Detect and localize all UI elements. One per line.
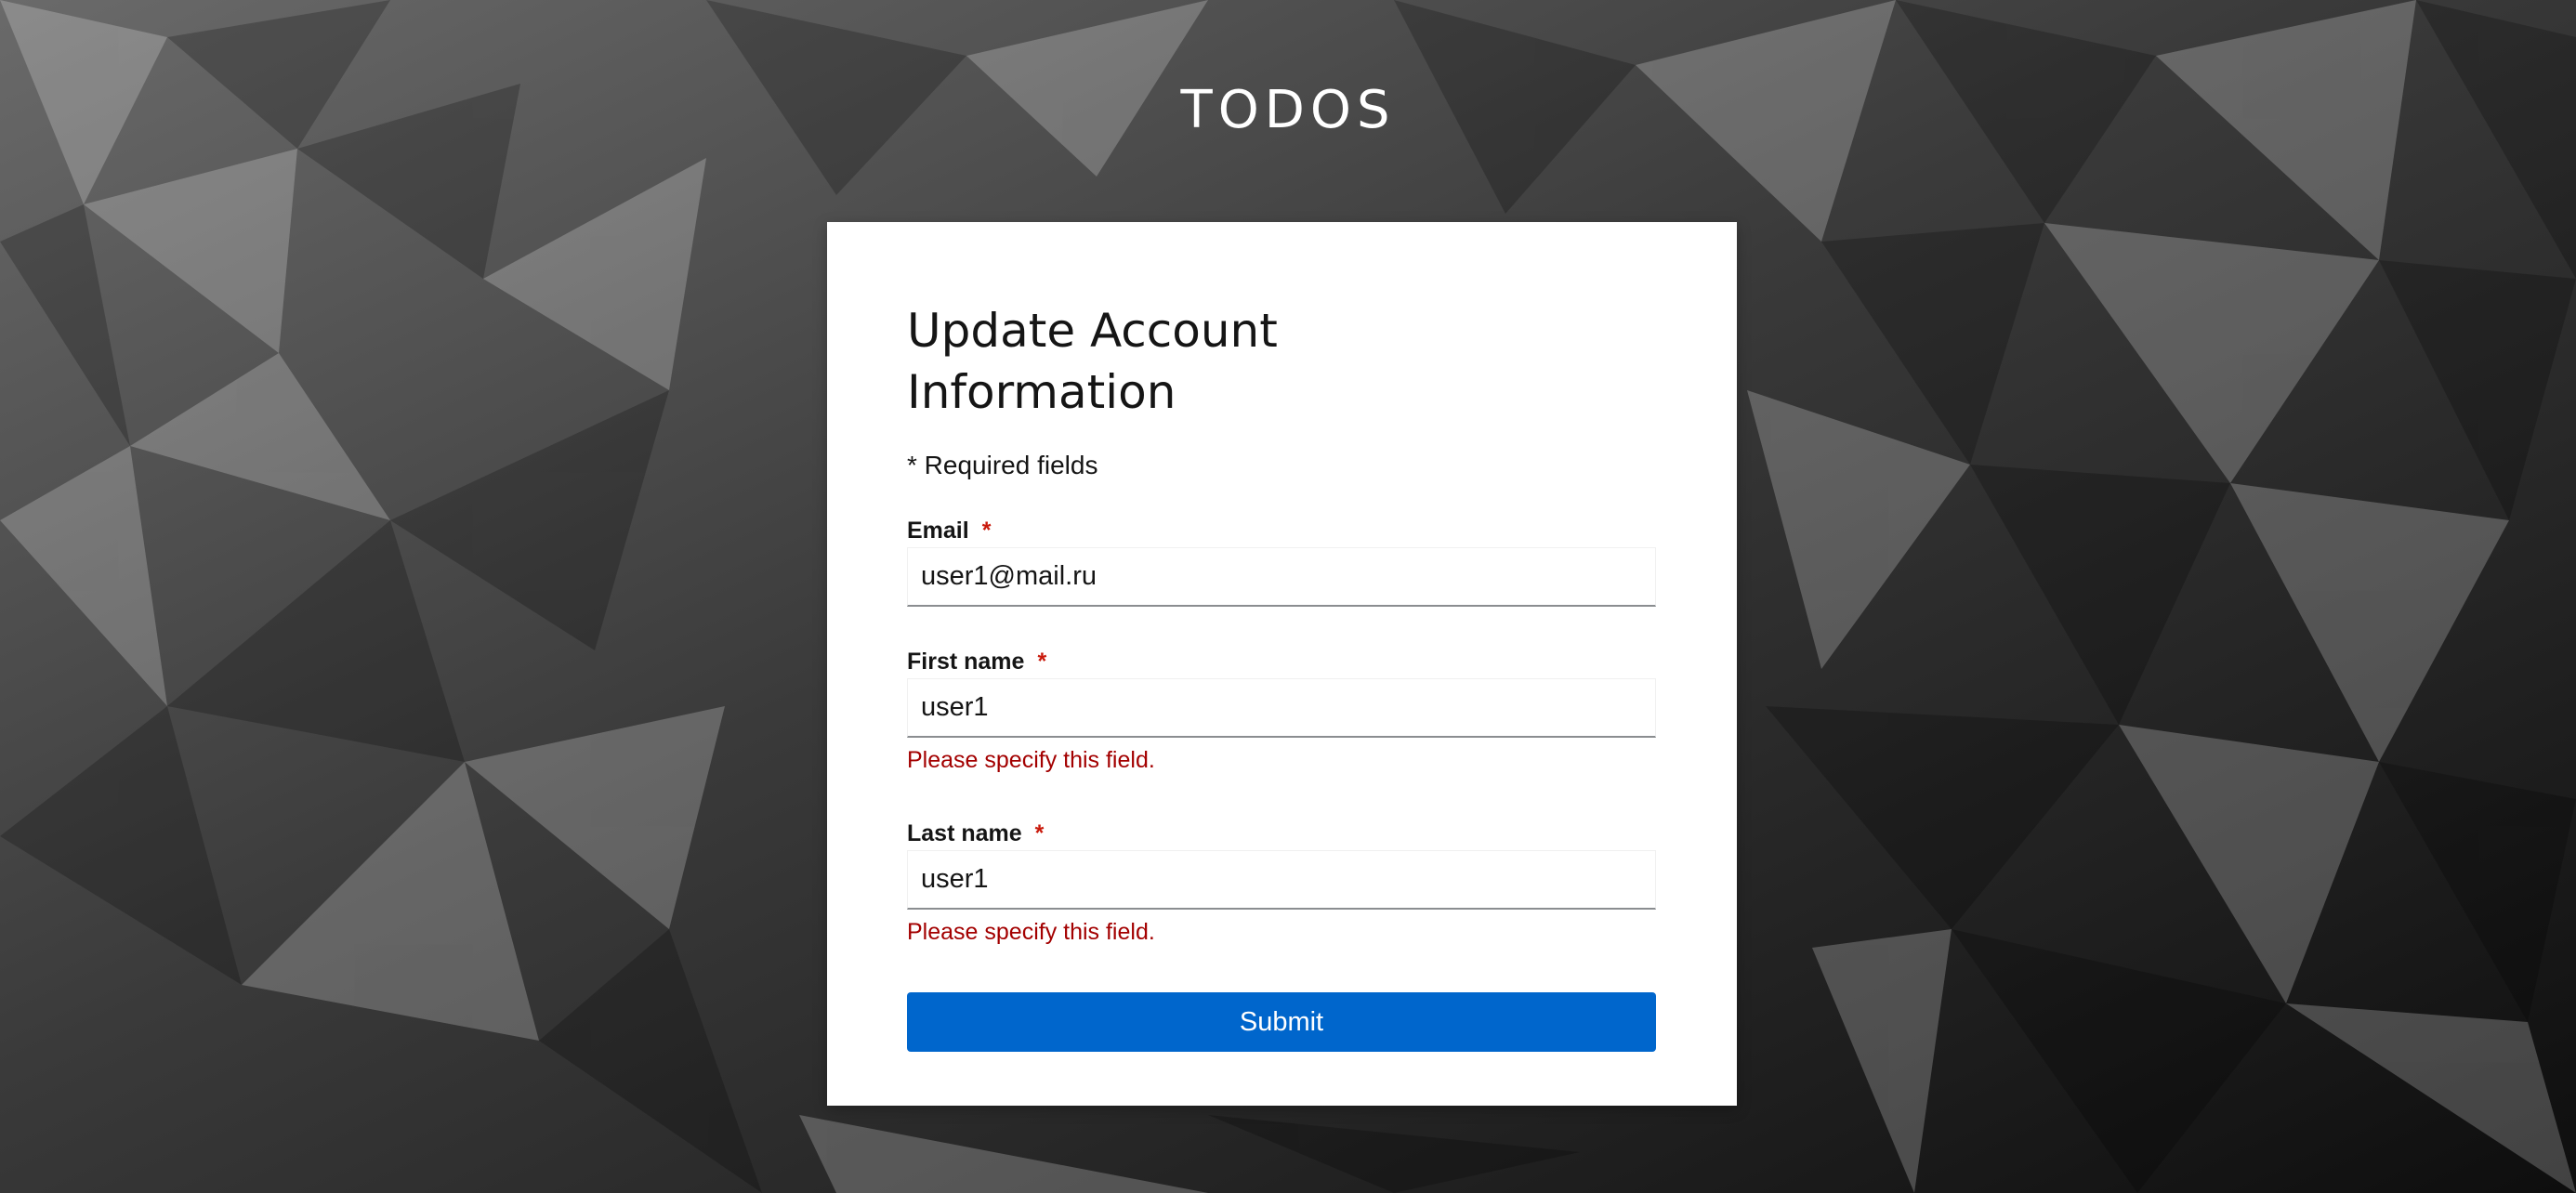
first-name-label: First name * [907,649,1046,675]
submit-button[interactable]: Submit [907,992,1656,1052]
first-name-label-text: First name [907,649,1025,675]
first-name-required-star: * [1037,649,1047,675]
last-name-label-text: Last name [907,820,1022,846]
last-name-error: Please specify this field. [907,919,1155,945]
required-fields-note: * Required fields [907,451,1098,479]
first-name-input[interactable] [907,678,1656,738]
first-name-error: Please specify this field. [907,747,1155,773]
email-label-text: Email [907,518,969,544]
brand-logo-text: TODOS [1180,80,1396,140]
login-card: Update Account Information * Required fi… [827,222,1737,1106]
last-name-input[interactable] [907,850,1656,910]
email-label: Email * [907,518,991,544]
last-name-label: Last name * [907,820,1044,847]
page-title: Update Account Information [907,304,1278,419]
email-input[interactable] [907,547,1656,607]
last-name-required-star: * [1034,820,1045,846]
email-required-star: * [981,518,992,544]
